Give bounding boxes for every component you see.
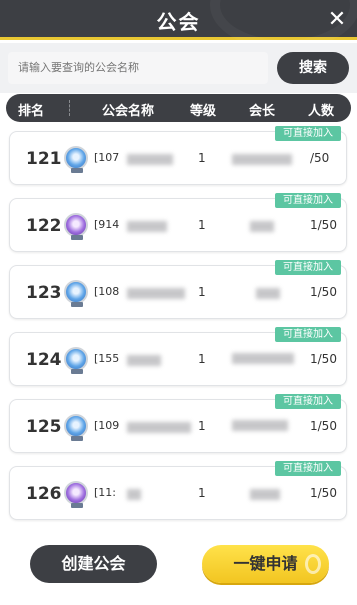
guild-name: [914 — [94, 218, 120, 231]
guild-name: [109 — [94, 419, 120, 432]
guild-members: /50 — [310, 151, 330, 165]
one-click-apply-button[interactable]: 一键申请 — [202, 545, 329, 583]
redacted-leader — [250, 489, 280, 500]
redacted-leader — [256, 288, 280, 299]
purple-emblem-icon — [64, 481, 88, 508]
redacted-name — [127, 355, 161, 366]
join-directly-badge[interactable]: 可直接加入 — [275, 193, 341, 208]
guild-level: 1 — [198, 285, 206, 299]
blue-emblem-icon — [64, 146, 88, 173]
swirl-decoration-icon — [305, 554, 321, 574]
column-name: 公会名称 — [102, 104, 155, 119]
guild-level: 1 — [198, 151, 206, 165]
blue-emblem-icon — [64, 280, 88, 307]
join-directly-badge[interactable]: 可直接加入 — [275, 327, 341, 342]
guild-level: 1 — [198, 486, 206, 500]
guild-row[interactable]: 可直接加入 125 [109 1 1/50 — [9, 394, 347, 453]
guild-name: [108 — [94, 285, 120, 298]
guild-level: 1 — [198, 419, 206, 433]
title-bar: 公会 ✕ — [0, 0, 357, 50]
guild-row[interactable]: 可直接加入 126 [11: 1 1/50 — [9, 461, 347, 520]
header-divider — [69, 100, 70, 116]
apply-button-label: 一键申请 — [233, 554, 298, 573]
purple-emblem-icon — [64, 213, 88, 240]
redacted-name — [127, 422, 191, 433]
close-button[interactable]: ✕ — [325, 8, 349, 32]
redacted-leader — [232, 420, 288, 431]
guild-row[interactable]: 可直接加入 122 [914 1 1/50 — [9, 193, 347, 252]
redacted-name — [127, 489, 141, 500]
guild-row[interactable]: 可直接加入 121 [107 1 /50 — [9, 126, 347, 185]
column-leader: 会长 — [249, 104, 276, 119]
guild-rank: 123 — [26, 283, 62, 303]
guild-level: 1 — [198, 352, 206, 366]
redacted-name — [127, 154, 173, 165]
blue-emblem-icon — [64, 414, 88, 441]
guild-name: [11: — [94, 486, 116, 499]
blue-emblem-icon — [64, 347, 88, 374]
search-button[interactable]: 搜索 — [277, 52, 349, 84]
join-directly-badge[interactable]: 可直接加入 — [275, 126, 341, 141]
join-directly-badge[interactable]: 可直接加入 — [275, 260, 341, 275]
guild-rank: 126 — [26, 484, 62, 504]
guild-members: 1/50 — [310, 285, 337, 299]
guild-level: 1 — [198, 218, 206, 232]
redacted-name — [127, 288, 185, 299]
guild-rank: 122 — [26, 216, 62, 236]
redacted-leader — [232, 353, 294, 364]
redacted-leader — [232, 154, 292, 165]
column-members: 人数 — [308, 104, 335, 119]
page-title: 公会 — [156, 10, 201, 34]
create-guild-button[interactable]: 创建公会 — [30, 545, 157, 583]
search-input[interactable] — [8, 52, 268, 84]
table-header: 排名 公会名称 等级 会长 人数 — [6, 94, 351, 122]
guild-row[interactable]: 可直接加入 123 [108 1 1/50 — [9, 260, 347, 319]
guild-name: [155 — [94, 352, 120, 365]
guild-members: 1/50 — [310, 419, 337, 433]
redacted-leader — [250, 221, 274, 232]
guild-rank: 125 — [26, 417, 62, 437]
guild-row[interactable]: 可直接加入 124 [155 1 1/50 — [9, 327, 347, 386]
join-directly-badge[interactable]: 可直接加入 — [275, 394, 341, 409]
column-level: 等级 — [190, 104, 217, 119]
redacted-name — [127, 221, 167, 232]
guild-name: [107 — [94, 151, 120, 164]
guild-rank: 124 — [26, 350, 62, 370]
join-directly-badge[interactable]: 可直接加入 — [275, 461, 341, 476]
guild-members: 1/50 — [310, 218, 337, 232]
guild-rank: 121 — [26, 149, 62, 169]
guild-members: 1/50 — [310, 352, 337, 366]
column-rank: 排名 — [18, 104, 45, 119]
guild-members: 1/50 — [310, 486, 337, 500]
